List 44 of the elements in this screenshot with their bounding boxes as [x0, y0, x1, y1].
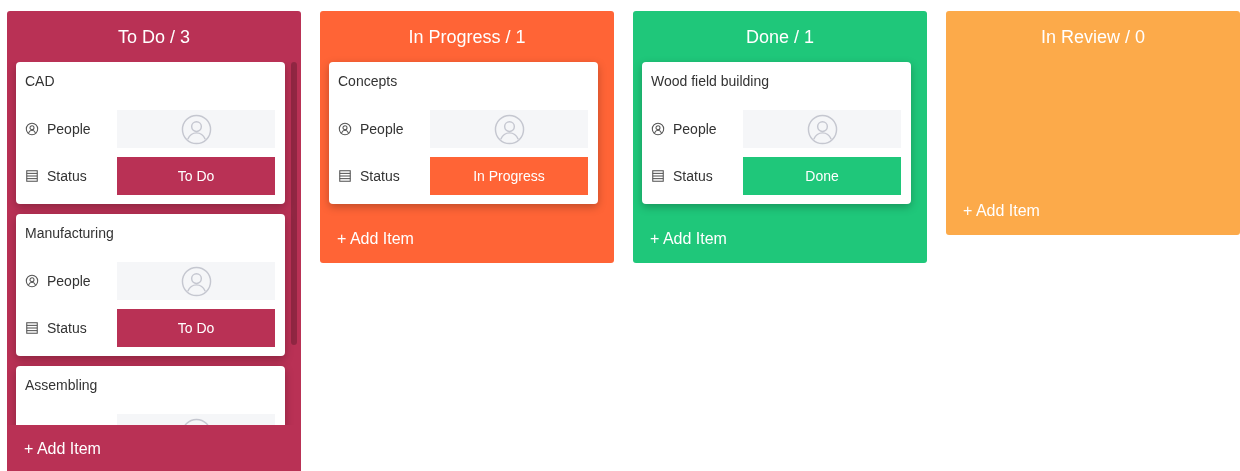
avatar-placeholder-icon [180, 265, 212, 297]
field-label: People [673, 121, 717, 137]
column-title: Done / 1 [744, 26, 815, 49]
task-card[interactable]: Wood field building People Status Done [642, 62, 911, 204]
scrollbar[interactable] [291, 62, 297, 345]
field-label: Status [47, 168, 87, 184]
people-field[interactable] [117, 110, 275, 148]
status-label[interactable]: To Do [117, 309, 275, 347]
field-label: Status [673, 168, 713, 184]
field-label: Status [47, 320, 87, 336]
column-title: To Do / 3 [116, 26, 191, 49]
avatar-placeholder-icon [493, 113, 525, 145]
list-icon [25, 321, 39, 335]
task-card[interactable]: Assembling [16, 366, 285, 425]
card-title: Manufacturing [25, 224, 115, 243]
task-card[interactable]: CAD People Status To Do [16, 62, 285, 204]
list-icon [651, 169, 665, 183]
status-label[interactable]: To Do [117, 157, 275, 195]
task-card[interactable]: Concepts People Status In Progress [329, 62, 598, 204]
card-title: Wood field building [651, 72, 771, 91]
people-field[interactable] [743, 110, 901, 148]
avatar-placeholder-icon [806, 113, 838, 145]
column-title: In Progress / 1 [407, 26, 527, 49]
field-label: People [47, 121, 91, 137]
avatar-placeholder-icon [180, 113, 212, 145]
people-field[interactable] [430, 110, 588, 148]
person-icon [25, 274, 39, 288]
field-label: People [47, 273, 91, 289]
add-item-link[interactable]: + Add Item [337, 230, 414, 248]
field-label: People [360, 121, 404, 137]
card-title: Concepts [338, 72, 399, 91]
field-label: Status [360, 168, 400, 184]
add-item-link[interactable]: + Add Item [24, 440, 101, 458]
list-icon [338, 169, 352, 183]
person-icon [338, 122, 352, 136]
list-icon [25, 169, 39, 183]
people-field[interactable] [117, 262, 275, 300]
card-title: CAD [25, 72, 56, 91]
card-title: Assembling [25, 376, 99, 395]
column-title: In Review / 0 [1039, 26, 1146, 49]
task-card[interactable]: Manufacturing People Status To Do [16, 214, 285, 356]
status-label[interactable]: In Progress [430, 157, 588, 195]
person-icon [651, 122, 665, 136]
person-icon [25, 122, 39, 136]
